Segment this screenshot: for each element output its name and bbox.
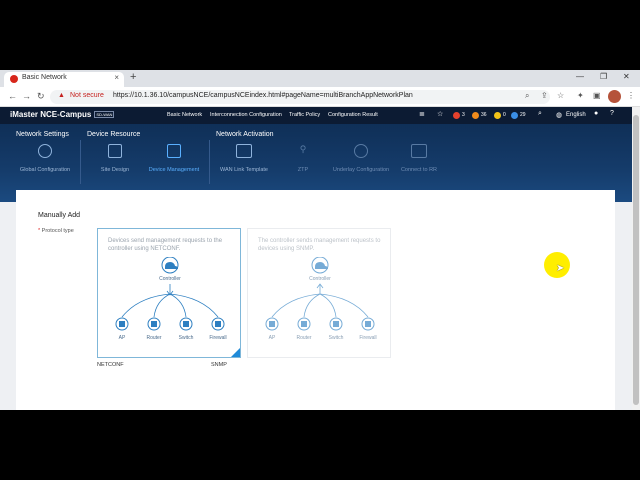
- step-device-management[interactable]: Device Management: [139, 144, 209, 173]
- zoom-icon[interactable]: ⌕: [525, 91, 529, 101]
- chrome-menu-icon[interactable]: ⋮: [627, 91, 635, 100]
- reload-icon[interactable]: ↻: [37, 91, 45, 102]
- snmp-option-card[interactable]: The controller sends management requests…: [247, 228, 391, 358]
- building-icon: [108, 144, 122, 158]
- device-label-switch: Switch: [179, 335, 194, 341]
- url-field[interactable]: ▲ Not secure https://10.1.36.10/campusNC…: [50, 90, 550, 104]
- language-selector[interactable]: English: [566, 112, 586, 118]
- minimize-icon[interactable]: —: [576, 72, 584, 81]
- device-label-firewall: Firewall: [359, 335, 376, 341]
- globe-step-icon: [38, 144, 52, 158]
- globe-icon[interactable]: ◍: [556, 111, 562, 119]
- warning-alarm-count: 29: [520, 112, 526, 118]
- scrollbar-thumb[interactable]: [633, 115, 639, 405]
- page-title: Manually Add: [38, 212, 81, 219]
- selected-check-icon: [231, 348, 240, 357]
- netconf-caption: NETCONF: [97, 362, 124, 368]
- screen: Basic Network × + — ❐ ✕ ← → ↻ ▲ Not secu…: [0, 70, 640, 410]
- warning-alarm-icon[interactable]: [511, 112, 518, 119]
- minor-alarm-icon[interactable]: [494, 112, 501, 119]
- tab-title: Basic Network: [22, 74, 67, 81]
- favorite-icon[interactable]: ☆: [437, 110, 443, 118]
- critical-alarm-icon[interactable]: [453, 112, 460, 119]
- device-label-router: Router: [146, 335, 161, 341]
- netconf-description: Devices send management requests to the …: [108, 238, 223, 252]
- url-text: https://10.1.36.10/campusNCE/campusNCEin…: [113, 92, 413, 99]
- window-close-icon[interactable]: ✕: [623, 72, 630, 81]
- device-label-router: Router: [296, 335, 311, 341]
- extensions-icon[interactable]: ✦: [577, 91, 584, 100]
- device-icons: [115, 317, 225, 331]
- protocol-type-label: * Protocol type: [38, 228, 74, 234]
- device-label-switch: Switch: [329, 335, 344, 341]
- section-network-settings: Network Settings: [16, 131, 69, 138]
- underlay-icon: [354, 144, 368, 158]
- not-secure-label: Not secure: [70, 92, 104, 99]
- device-icons: [265, 317, 375, 331]
- menu-configuration-result[interactable]: Configuration Result: [328, 112, 378, 118]
- section-network-activation: Network Activation: [216, 131, 274, 138]
- menu-basic-network[interactable]: Basic Network: [167, 112, 202, 118]
- menu-interconnection-configuration[interactable]: Interconnection Configuration: [210, 112, 282, 118]
- rr-icon: [411, 144, 427, 158]
- snmp-topology-diagram: Controller AP Router Switch Firewall: [265, 257, 377, 341]
- controller-label: Controller: [159, 276, 181, 282]
- sdwan-tag: SD-WAN: [94, 111, 115, 119]
- device-label-ap: AP: [119, 335, 126, 341]
- device-label-ap: AP: [269, 335, 276, 341]
- side-panel-icon[interactable]: ▣: [593, 91, 601, 100]
- back-icon[interactable]: ←: [8, 91, 17, 101]
- ztp-icon: ⚲: [299, 144, 307, 154]
- user-icon[interactable]: ●: [594, 110, 598, 117]
- minor-alarm-count: 0: [503, 112, 506, 118]
- connection-lines: [121, 284, 219, 318]
- device-label-firewall: Firewall: [209, 335, 226, 341]
- major-alarm-count: 36: [481, 112, 487, 118]
- search-icon[interactable]: ⌕: [538, 110, 542, 118]
- section-device-resource: Device Resource: [87, 131, 141, 138]
- app-logo[interactable]: iMaster NCE-Campus SD-WAN: [10, 110, 115, 119]
- critical-alarm-count: 3: [462, 112, 465, 118]
- menu-traffic-policy[interactable]: Traffic Policy: [289, 112, 320, 118]
- browser-tab-strip: Basic Network × + — ❐ ✕: [0, 70, 640, 87]
- address-bar: ← → ↻ ▲ Not secure https://10.1.36.10/ca…: [0, 87, 640, 107]
- maximize-icon[interactable]: ❐: [600, 72, 607, 81]
- page-scrollbar[interactable]: [632, 107, 640, 410]
- connection-lines: [271, 284, 369, 318]
- tab-close-icon[interactable]: ×: [114, 73, 119, 82]
- forward-icon[interactable]: →: [22, 91, 31, 101]
- new-tab-button[interactable]: +: [130, 71, 136, 83]
- share-icon[interactable]: ⇪: [541, 91, 548, 100]
- snmp-description: The controller sends management requests…: [258, 238, 381, 252]
- wan-link-icon: [236, 144, 252, 158]
- warning-icon: ▲: [58, 92, 65, 99]
- bookmark-star-icon[interactable]: ☆: [557, 91, 564, 100]
- netconf-topology-diagram: Controller AP Router Switch Firewall: [115, 257, 227, 341]
- netconf-option-card[interactable]: Devices send management requests to the …: [97, 228, 241, 358]
- profile-avatar[interactable]: [608, 90, 621, 103]
- controller-label: Controller: [309, 276, 331, 282]
- major-alarm-icon[interactable]: [472, 112, 479, 119]
- device-stack-icon: [167, 144, 181, 158]
- mouse-cursor-icon: ➤: [556, 263, 565, 274]
- main-panel: Manually Add * Protocol type Devices sen…: [16, 190, 615, 410]
- step-connect-to-rr[interactable]: Connect to RR: [384, 144, 454, 173]
- huawei-favicon-icon: [10, 75, 18, 83]
- app-header: iMaster NCE-Campus SD-WAN Basic Network I…: [0, 107, 640, 124]
- snmp-caption: SNMP: [211, 362, 227, 368]
- browser-tab[interactable]: Basic Network ×: [4, 72, 124, 87]
- step-global-configuration[interactable]: Global Configuration: [10, 144, 80, 173]
- help-icon[interactable]: ?: [610, 110, 614, 117]
- task-icon[interactable]: ≣: [419, 110, 425, 118]
